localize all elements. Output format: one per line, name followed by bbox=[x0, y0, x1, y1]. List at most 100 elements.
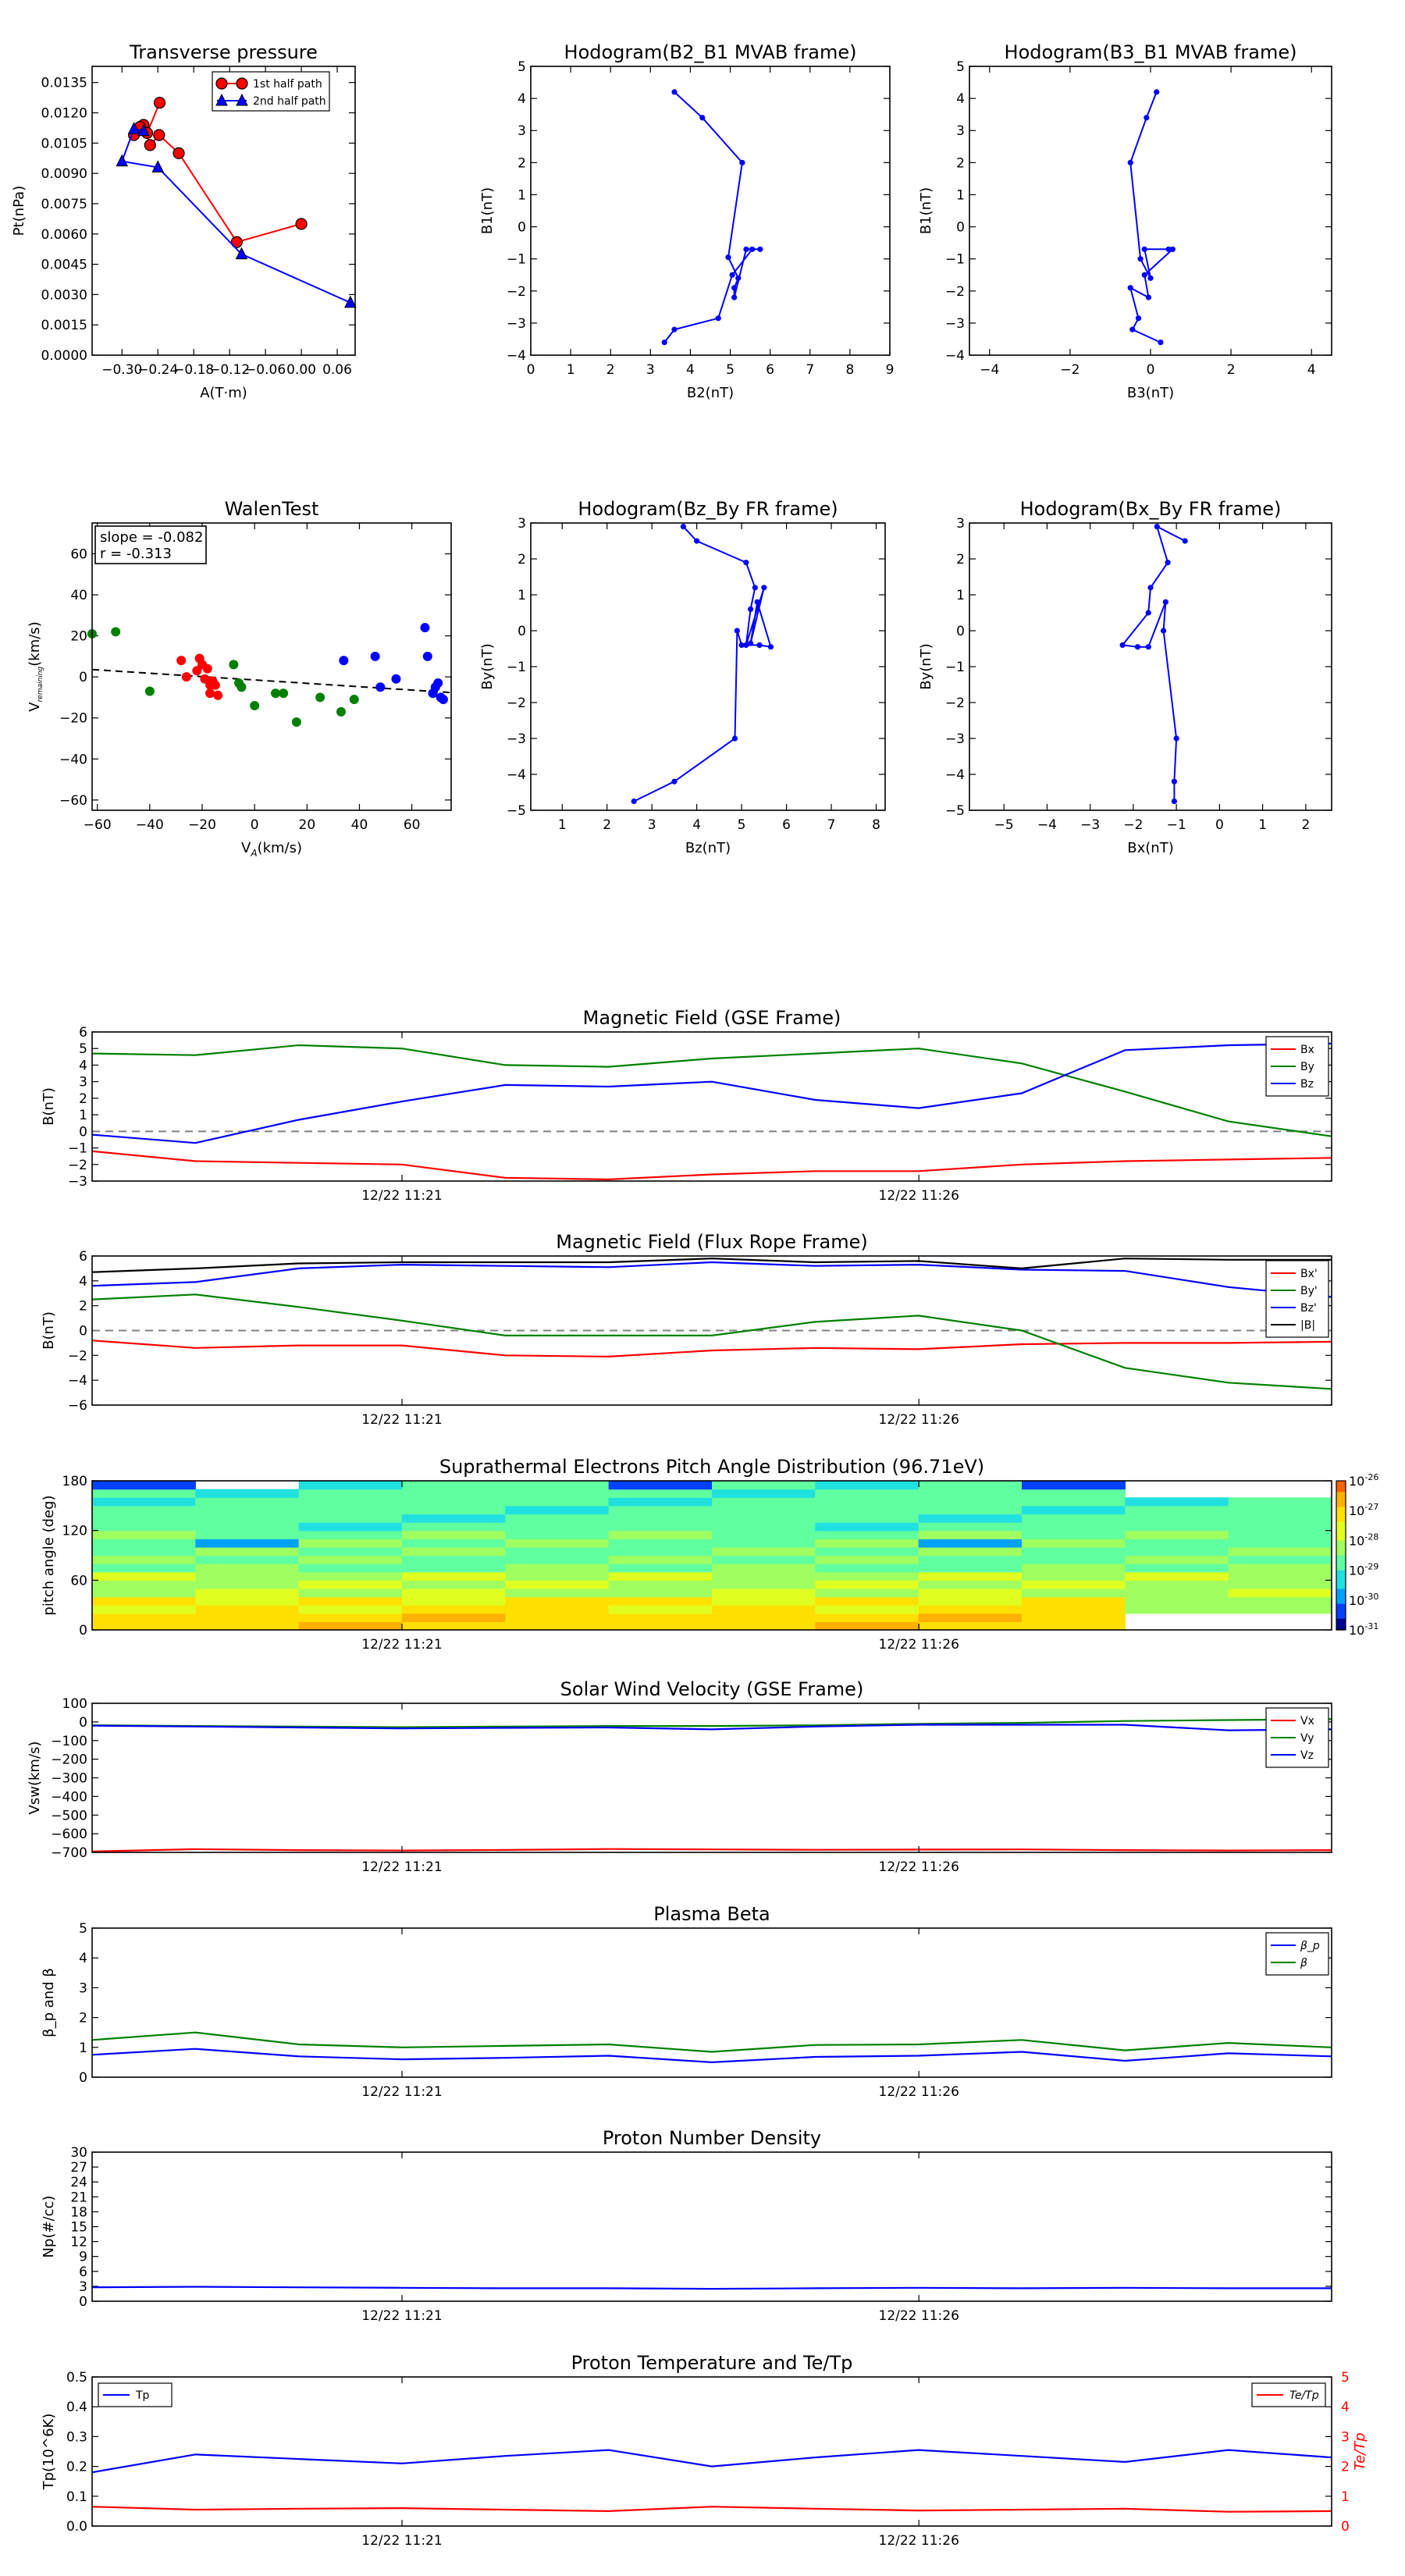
pad-cell bbox=[402, 1571, 506, 1581]
mag_fr-ytick-label: −4 bbox=[68, 1373, 87, 1389]
pad-colorbar-step bbox=[1336, 1592, 1346, 1597]
pad-cell bbox=[608, 1621, 713, 1631]
pad-cell bbox=[1022, 1588, 1126, 1598]
pad-cell bbox=[1022, 1555, 1126, 1564]
h4-ytick-label: 0 bbox=[956, 624, 965, 639]
pad-cell bbox=[195, 1505, 300, 1515]
h3-point bbox=[694, 538, 700, 544]
pad-cell bbox=[92, 1489, 196, 1498]
h2-point bbox=[1147, 275, 1154, 281]
pad-colorbar-label: 10-29 bbox=[1349, 1562, 1378, 1578]
pad-cell bbox=[1228, 1605, 1332, 1614]
walen-point bbox=[250, 700, 260, 710]
pad-cell bbox=[298, 1621, 403, 1631]
pad-cell bbox=[608, 1596, 713, 1606]
mag_gse-ytick-label: 1 bbox=[79, 1108, 87, 1123]
pad-cell bbox=[195, 1489, 300, 1498]
pad-cell bbox=[712, 1580, 816, 1589]
tp-xlabel: A(T·m) bbox=[200, 385, 247, 401]
h4-ytick-label: −5 bbox=[945, 803, 965, 819]
beta-ytick-label: 2 bbox=[79, 2011, 87, 2026]
walen-point bbox=[339, 656, 349, 666]
pad-colorbar-step bbox=[1336, 1614, 1346, 1620]
mag_gse-ytick-label: 6 bbox=[79, 1025, 87, 1041]
beta-legend-label: β bbox=[1300, 1957, 1307, 1969]
np-ytick-label: 9 bbox=[79, 2250, 87, 2265]
h4-ytick-label: 3 bbox=[956, 516, 965, 532]
pad-cell bbox=[505, 1514, 610, 1523]
pad-cell bbox=[92, 1621, 196, 1631]
h3-series-line bbox=[633, 525, 772, 802]
h3-ytick-label: −4 bbox=[507, 767, 526, 783]
pad-cell bbox=[195, 1580, 300, 1589]
mag_gse-ytick-label: 5 bbox=[79, 1041, 87, 1057]
mag_fr-title: Magnetic Field (Flux Rope Frame) bbox=[556, 1231, 867, 1253]
temp-y2tick-label: 2 bbox=[1341, 2460, 1350, 2475]
beta-chart: Plasma Beta 0 1 2 3 4 5 β_p and β 12/22 11:21 12/… bbox=[41, 1903, 1332, 2100]
mag_fr-ytick-label: −2 bbox=[68, 1348, 87, 1364]
pad-cell bbox=[608, 1588, 713, 1598]
h3-point bbox=[631, 798, 637, 805]
walen-ytick-label: 60 bbox=[70, 546, 87, 562]
beta-ytick-label: 5 bbox=[79, 1921, 87, 1937]
h3-point bbox=[747, 640, 754, 646]
h1-ytick-label: 1 bbox=[518, 187, 526, 203]
pad-cell bbox=[298, 1571, 403, 1581]
h3-point bbox=[743, 560, 749, 566]
walen-point bbox=[349, 695, 359, 705]
pad-cell bbox=[92, 1497, 196, 1507]
walen-point bbox=[370, 651, 380, 661]
pad-cell bbox=[195, 1539, 300, 1548]
pad-cell bbox=[712, 1539, 816, 1548]
tp-ytick-label: 0.0090 bbox=[41, 166, 87, 182]
pad-cell bbox=[1022, 1546, 1126, 1557]
pad-cell bbox=[505, 1605, 610, 1614]
pad-cell bbox=[608, 1555, 713, 1564]
h4-point bbox=[1165, 560, 1171, 566]
h4-point bbox=[1154, 524, 1160, 530]
h1-ytick-label: −4 bbox=[507, 348, 526, 364]
h3-point bbox=[761, 585, 767, 591]
beta-ytick-label: 3 bbox=[79, 1980, 87, 1996]
h1-ytick-label: −3 bbox=[507, 316, 526, 332]
pad-cell bbox=[505, 1555, 610, 1564]
h4-point bbox=[1145, 644, 1151, 650]
pad-cell bbox=[1228, 1580, 1332, 1589]
pad-cell bbox=[712, 1546, 816, 1557]
pad-colorbar-step bbox=[1336, 1532, 1346, 1538]
h3-xtick-label: 1 bbox=[558, 817, 567, 833]
h4-point bbox=[1171, 778, 1177, 785]
pad-colorbar-step bbox=[1336, 1585, 1346, 1590]
pad-cell bbox=[92, 1530, 196, 1539]
temp-y2tick-label: 4 bbox=[1341, 2400, 1350, 2415]
h1-ytick-label: 3 bbox=[518, 123, 526, 139]
tp-xtick-label: −0.30 bbox=[101, 362, 142, 378]
pad-colorbar-step bbox=[1336, 1517, 1346, 1523]
h1-point bbox=[725, 254, 731, 261]
walen-xlabel: VA(km/s) bbox=[241, 840, 302, 859]
h3-frame bbox=[530, 522, 886, 811]
tp-ytick-label: 0.0105 bbox=[41, 136, 87, 151]
pad-cell bbox=[298, 1489, 403, 1498]
walen-xtick-label: 40 bbox=[351, 817, 368, 833]
h4-xtick-label: −3 bbox=[1080, 817, 1100, 833]
pad-cell bbox=[195, 1605, 300, 1614]
pad-cell bbox=[815, 1539, 919, 1548]
h2-point bbox=[1158, 339, 1164, 346]
pad-cell bbox=[402, 1522, 506, 1532]
h4-point bbox=[1173, 735, 1179, 742]
temp-series-Tp bbox=[91, 2449, 1332, 2474]
vsw-legend-label: Vx bbox=[1300, 1715, 1314, 1727]
mag_gse-legend-label: Bx bbox=[1300, 1044, 1314, 1056]
walen-point bbox=[144, 686, 155, 696]
pad-cell bbox=[195, 1596, 300, 1606]
pad-cell bbox=[505, 1481, 610, 1490]
h1-xtick-label: 2 bbox=[606, 362, 615, 378]
tp-ytick-label: 0.0135 bbox=[41, 76, 87, 91]
h4-xtick-label: 1 bbox=[1258, 817, 1267, 833]
h1-xtick-label: 8 bbox=[845, 362, 854, 378]
pad-colorbar-step bbox=[1336, 1555, 1346, 1560]
mag_gse-ytick-label: 4 bbox=[79, 1058, 87, 1073]
h3-ytick-label: −1 bbox=[507, 660, 526, 675]
pad-cell bbox=[815, 1497, 919, 1507]
